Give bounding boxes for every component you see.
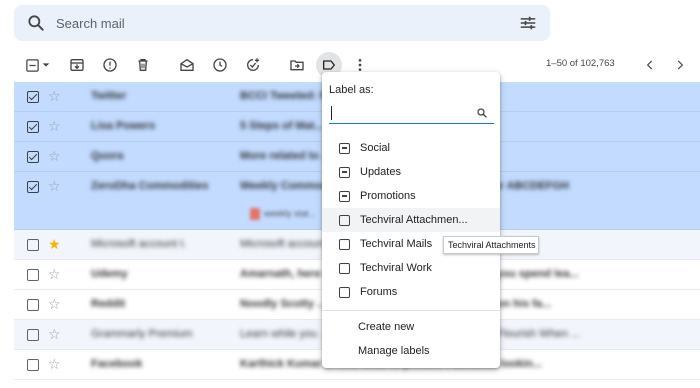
trash-icon <box>138 59 148 71</box>
row-checkbox[interactable] <box>27 181 39 193</box>
label-icon <box>323 60 335 70</box>
row-sender: Microsoft account t. <box>91 238 187 250</box>
pdf-icon <box>250 208 260 220</box>
row-sender: Lisa Powers <box>91 120 156 132</box>
label-checkbox[interactable] <box>339 286 350 298</box>
label-as-menu: Label as: Social Updates Promotions Tech… <box>322 72 500 368</box>
label-option-techviral-work[interactable]: Techviral Work <box>322 256 500 280</box>
star-icon[interactable]: ☆ <box>48 118 61 134</box>
mark-read-icon <box>180 58 194 71</box>
row-sender: Quora <box>91 150 124 162</box>
text-cursor <box>331 106 332 120</box>
star-icon[interactable]: ☆ <box>48 88 61 104</box>
label-search-input[interactable] <box>329 104 469 122</box>
manage-labels-link[interactable]: Manage labels <box>358 345 430 357</box>
search-bar[interactable] <box>14 5 550 41</box>
label-option-text: Techviral Attachmen... <box>360 214 468 226</box>
label-search-field[interactable] <box>329 104 494 124</box>
label-option-text: Updates <box>360 166 401 178</box>
row-sender: Twitter <box>91 90 127 102</box>
row-checkbox[interactable] <box>27 91 39 103</box>
report-spam-button[interactable] <box>96 48 124 82</box>
row-checkbox[interactable] <box>27 359 39 371</box>
label-option-text: Forums <box>360 286 398 298</box>
move-to-folder-icon <box>290 60 304 71</box>
clock-icon <box>213 58 227 72</box>
label-option-social[interactable]: Social <box>322 136 500 160</box>
delete-button[interactable] <box>129 48 157 82</box>
snooze-button[interactable] <box>206 48 234 82</box>
row-sender: Udemy <box>91 268 128 280</box>
add-task-icon <box>247 58 259 71</box>
older-page-button[interactable] <box>668 53 692 77</box>
star-icon[interactable]: ☆ <box>48 148 61 164</box>
star-icon[interactable]: ☆ <box>48 356 61 372</box>
label-checkbox[interactable] <box>339 214 350 226</box>
move-to-button[interactable] <box>283 48 311 82</box>
select-partial-icon <box>26 58 39 72</box>
label-option-techviral-attachments[interactable]: Techviral Attachmen... <box>322 208 500 232</box>
star-icon[interactable]: ☆ <box>48 296 61 312</box>
report-spam-icon <box>103 58 117 72</box>
chevron-left-icon <box>646 60 653 70</box>
label-checkbox[interactable] <box>339 238 350 250</box>
row-checkbox[interactable] <box>27 239 39 251</box>
row-checkbox[interactable] <box>27 151 39 163</box>
menu-title: Label as: <box>329 84 374 96</box>
chevron-down-icon <box>42 63 50 67</box>
row-sender: Facebook <box>91 358 143 370</box>
mark-as-read-button[interactable] <box>173 48 201 82</box>
row-checkbox[interactable] <box>27 329 39 341</box>
select-all-dropdown[interactable] <box>20 48 56 82</box>
gmail-inbox: 1–50 of 102,763 ☆ Twitter BCCI Tweeted: … <box>0 0 700 388</box>
row-checkbox[interactable] <box>27 121 39 133</box>
star-icon[interactable]: ☆ <box>48 326 61 342</box>
label-option-text: Techviral Work <box>360 262 432 274</box>
star-icon[interactable]: ☆ <box>48 266 61 282</box>
search-icon[interactable] <box>26 13 46 33</box>
create-new-label-link[interactable]: Create new <box>358 321 414 333</box>
row-sender: Reddit <box>91 298 126 310</box>
label-checkbox[interactable] <box>339 262 350 274</box>
row-sender: ZeroDha Commodities <box>91 180 209 192</box>
label-option-text: Techviral Mails <box>360 238 433 250</box>
star-icon[interactable]: ★ <box>48 236 61 252</box>
attachment-name: weekly stat... <box>264 208 317 219</box>
search-input[interactable] <box>56 15 518 31</box>
row-sender: Grammarly Premium <box>91 328 193 340</box>
label-option-text: Social <box>360 142 390 154</box>
archive-icon <box>70 59 84 71</box>
menu-divider <box>322 310 500 311</box>
archive-button[interactable] <box>63 48 91 82</box>
chevron-right-icon <box>677 60 684 70</box>
label-tooltip: Techviral Attachments <box>443 236 539 254</box>
more-vert-icon <box>358 59 362 71</box>
label-checkbox[interactable] <box>339 166 350 178</box>
label-option-forums[interactable]: Forums <box>322 280 500 304</box>
label-option-promotions[interactable]: Promotions <box>322 184 500 208</box>
newer-page-button[interactable] <box>638 53 662 77</box>
search-options-icon[interactable] <box>518 13 538 33</box>
label-checkbox[interactable] <box>339 142 350 154</box>
star-icon[interactable]: ☆ <box>48 178 61 194</box>
label-option-text: Promotions <box>360 190 416 202</box>
row-checkbox[interactable] <box>27 269 39 281</box>
pagination-range: 1–50 of 102,763 <box>546 58 615 69</box>
label-checkbox[interactable] <box>339 190 350 202</box>
search-icon <box>477 108 487 118</box>
label-option-updates[interactable]: Updates <box>322 160 500 184</box>
row-checkbox[interactable] <box>27 299 39 311</box>
add-to-tasks-button[interactable] <box>239 48 267 82</box>
